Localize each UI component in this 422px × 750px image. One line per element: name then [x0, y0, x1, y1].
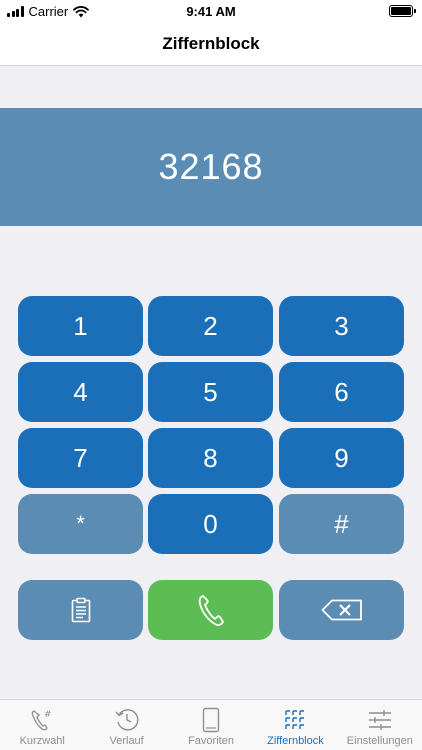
key-hash[interactable]: #	[279, 494, 404, 554]
key-2[interactable]: 2	[148, 296, 273, 356]
key-6[interactable]: 6	[279, 362, 404, 422]
paste-button[interactable]	[18, 580, 143, 640]
tab-bar: # Kurzwahl Verlauf Favoriten Ziffernbloc…	[0, 699, 422, 750]
key-label: #	[334, 508, 349, 539]
clipboard-icon	[71, 597, 90, 623]
status-time: 9:41 AM	[186, 4, 236, 19]
key-1[interactable]: 1	[18, 296, 143, 356]
key-star[interactable]: *	[18, 494, 143, 554]
navigation-bar: Ziffernblock	[0, 22, 422, 66]
page-title: Ziffernblock	[162, 33, 260, 53]
number-display: 32168	[0, 108, 422, 226]
key-label: 9	[334, 442, 349, 473]
key-label: 1	[73, 310, 88, 341]
key-label: 3	[334, 310, 349, 341]
key-label: 4	[73, 376, 88, 407]
key-7[interactable]: 7	[18, 428, 143, 488]
tab-verlauf[interactable]: Verlauf	[84, 700, 168, 750]
status-bar: Carrier 9:41 AM	[0, 0, 422, 22]
tab-label: Ziffernblock	[267, 735, 324, 747]
key-5[interactable]: 5	[148, 362, 273, 422]
dialed-number: 32168	[158, 146, 264, 187]
history-icon	[115, 709, 139, 731]
speed-dial-icon: #	[31, 710, 52, 731]
settings-sliders-icon	[368, 710, 391, 730]
key-label: 7	[73, 442, 88, 473]
phone-icon	[198, 595, 224, 626]
backspace-icon	[321, 599, 362, 621]
key-label: *	[76, 511, 85, 536]
svg-text:#: #	[44, 710, 52, 720]
tab-label: Favoriten	[188, 735, 234, 747]
delete-button[interactable]	[279, 580, 404, 640]
key-label: 2	[203, 310, 218, 341]
tab-ziffernblock[interactable]: Ziffernblock	[253, 700, 337, 750]
key-9[interactable]: 9	[279, 428, 404, 488]
tab-label: Kurzwahl	[19, 735, 65, 747]
key-4[interactable]: 4	[18, 362, 143, 422]
key-8[interactable]: 8	[148, 428, 273, 488]
key-label: 8	[203, 442, 218, 473]
call-button[interactable]	[148, 580, 273, 640]
key-0[interactable]: 0	[148, 494, 273, 554]
key-label: 6	[334, 376, 349, 407]
keypad-icon	[285, 710, 305, 729]
tab-label: Verlauf	[109, 735, 144, 747]
tab-label: Einstellungen	[346, 735, 413, 747]
battery-icon	[389, 5, 416, 17]
favorites-icon	[202, 707, 220, 733]
key-label: 5	[203, 376, 218, 407]
tab-favoriten[interactable]: Favoriten	[169, 700, 253, 750]
key-label: 0	[203, 508, 218, 539]
tab-kurzwahl[interactable]: # Kurzwahl	[0, 700, 84, 750]
key-3[interactable]: 3	[279, 296, 404, 356]
tab-einstellungen[interactable]: Einstellungen	[338, 700, 422, 750]
